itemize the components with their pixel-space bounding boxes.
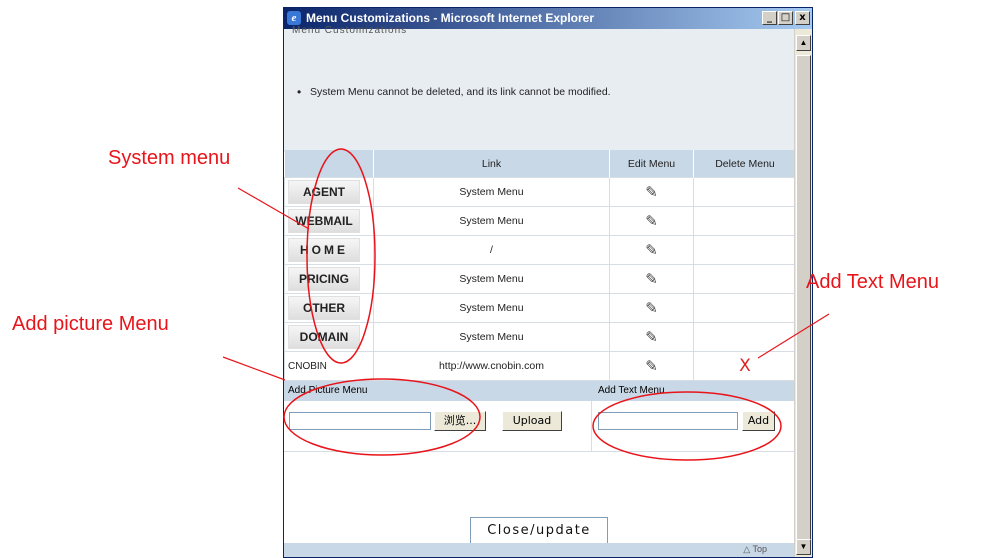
system-menu-ellipse <box>306 148 376 364</box>
add-text-ellipse <box>592 391 782 461</box>
add-text-leader <box>757 313 830 359</box>
system-menu-leader <box>237 187 310 230</box>
annotation-add-picture-menu: Add picture Menu <box>12 313 169 335</box>
add-picture-ellipse <box>283 378 481 456</box>
annotation-add-text-menu: Add Text Menu <box>806 271 940 293</box>
annotation-system-menu: System menu <box>108 147 231 169</box>
add-picture-leader <box>222 356 286 381</box>
